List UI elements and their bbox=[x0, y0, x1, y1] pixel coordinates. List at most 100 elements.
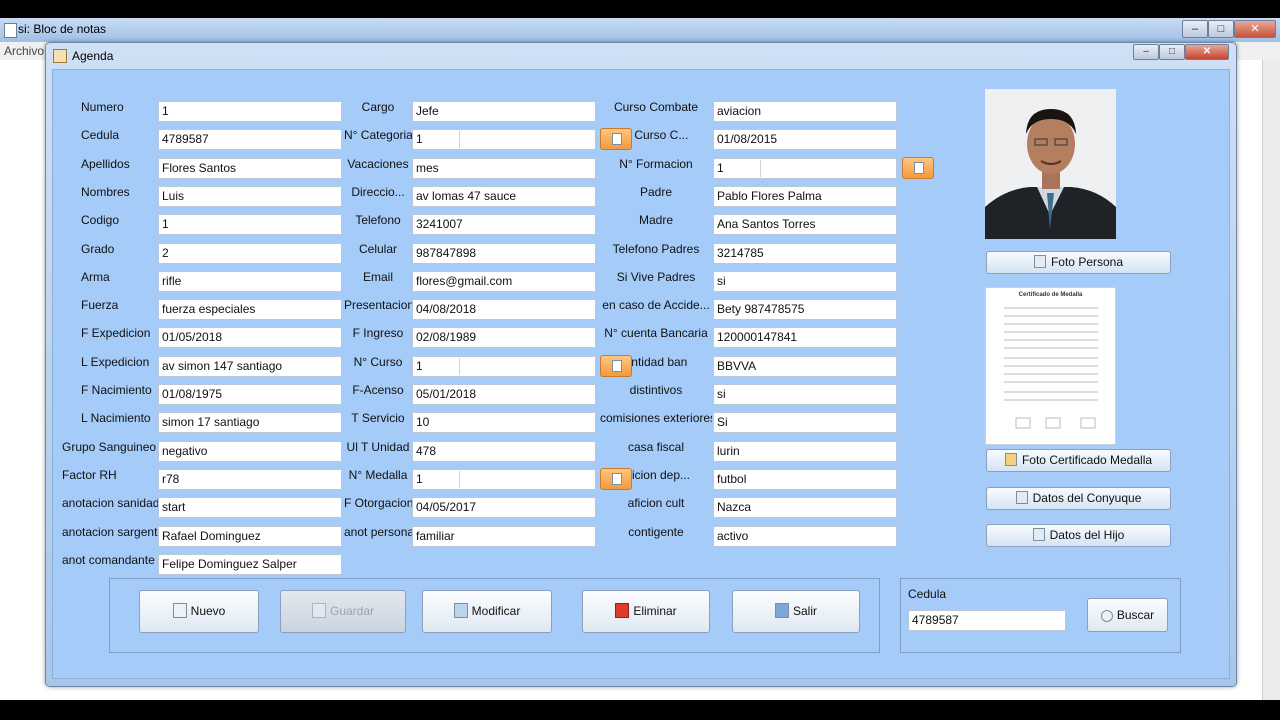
spinner-input[interactable]: 1 bbox=[713, 157, 897, 179]
text-input[interactable]: 2 bbox=[158, 242, 342, 264]
field-value: 3214785 bbox=[717, 245, 764, 260]
text-input[interactable]: rifle bbox=[158, 270, 342, 292]
text-input[interactable]: start bbox=[158, 497, 342, 519]
field-value: Ana Santos Torres bbox=[717, 217, 816, 232]
text-input[interactable]: Pablo Flores Palma bbox=[713, 185, 897, 207]
text-input[interactable]: 04/08/2018 bbox=[412, 299, 596, 321]
field-value: av lomas 47 sauce bbox=[416, 188, 517, 203]
text-input[interactable]: av lomas 47 sauce bbox=[412, 185, 596, 207]
agenda-maximize-button[interactable]: □ bbox=[1159, 44, 1185, 60]
field-value: 3241007 bbox=[416, 217, 463, 232]
text-input[interactable]: Luis bbox=[158, 185, 342, 207]
text-input[interactable]: flores@gmail.com bbox=[412, 270, 596, 292]
text-input[interactable]: r78 bbox=[158, 468, 342, 490]
text-input[interactable]: si bbox=[713, 384, 897, 405]
field-label: F Otorgacion bbox=[344, 496, 412, 511]
text-input[interactable]: 02/08/1989 bbox=[412, 327, 596, 349]
save-icon bbox=[311, 603, 326, 618]
field-value: Pablo Flores Palma bbox=[717, 188, 822, 203]
spinner-input[interactable]: 1 bbox=[412, 355, 596, 377]
field-value: Felipe Dominguez Salper bbox=[162, 556, 297, 571]
text-input[interactable]: Felipe Dominguez Salper bbox=[158, 553, 342, 575]
search-cedula-input[interactable]: 4789587 bbox=[908, 610, 1066, 631]
search-cedula-label: Cedula bbox=[908, 587, 947, 601]
medalla-lookup-button[interactable] bbox=[600, 468, 632, 490]
text-input[interactable]: si bbox=[713, 270, 897, 292]
text-input[interactable]: aviacion bbox=[713, 101, 897, 122]
text-input[interactable]: 4789587 bbox=[158, 129, 342, 151]
text-input[interactable]: fuerza especiales bbox=[158, 299, 342, 321]
field-label: Padre bbox=[639, 184, 673, 199]
text-input[interactable]: Rafael Dominguez bbox=[158, 525, 342, 547]
person-photo-image bbox=[985, 89, 1116, 239]
datos-hijo-button[interactable]: Datos del Hijo bbox=[986, 524, 1171, 547]
field-label: Direccio... bbox=[351, 184, 405, 199]
datos-conyugue-button[interactable]: Datos del Conyuque bbox=[986, 487, 1171, 510]
text-input[interactable]: Nazca bbox=[713, 497, 897, 519]
text-input[interactable]: lurin bbox=[713, 440, 897, 462]
spinner-input[interactable]: 1 bbox=[412, 129, 596, 151]
text-input[interactable]: Si bbox=[713, 412, 897, 434]
text-input[interactable]: 987847898 bbox=[412, 242, 596, 264]
field-label: F Expedicion bbox=[81, 326, 151, 341]
field-label: casa fiscal bbox=[627, 439, 685, 454]
text-input[interactable]: 01/08/1975 bbox=[158, 384, 342, 405]
notepad-menu-archivo[interactable]: Archivo bbox=[4, 44, 44, 58]
clipboard-icon bbox=[612, 473, 622, 485]
field-label: aficion cult bbox=[627, 496, 685, 511]
text-input[interactable]: 3241007 bbox=[412, 214, 596, 236]
text-input[interactable]: 120000147841 bbox=[713, 327, 897, 349]
notepad-minimize-button[interactable]: – bbox=[1182, 20, 1208, 38]
spinner-input[interactable]: 1 bbox=[412, 468, 596, 490]
field-label: N° Medalla bbox=[348, 467, 408, 482]
buscar-button[interactable]: Buscar bbox=[1087, 598, 1168, 632]
field-value: 05/01/2018 bbox=[416, 387, 477, 401]
foto-persona-button[interactable]: Foto Persona bbox=[986, 251, 1171, 274]
text-input[interactable]: 01/08/2015 bbox=[713, 129, 897, 151]
notepad-scrollbar[interactable] bbox=[1262, 60, 1280, 700]
field-value: lurin bbox=[717, 443, 740, 458]
text-input[interactable]: Ana Santos Torres bbox=[713, 214, 897, 236]
text-input[interactable]: activo bbox=[713, 525, 897, 547]
text-input[interactable]: futbol bbox=[713, 468, 897, 490]
notepad-maximize-button[interactable]: □ bbox=[1208, 20, 1234, 38]
text-input[interactable]: 01/05/2018 bbox=[158, 327, 342, 349]
eliminar-button[interactable]: Eliminar bbox=[582, 590, 710, 633]
agenda-minimize-button[interactable]: – bbox=[1133, 44, 1159, 60]
text-input[interactable]: BBVVA bbox=[713, 355, 897, 377]
text-input[interactable]: negativo bbox=[158, 440, 342, 462]
notepad-close-button[interactable]: ✕ bbox=[1234, 20, 1276, 38]
field-label: Arma bbox=[81, 269, 110, 284]
text-input[interactable]: Flores Santos bbox=[158, 157, 342, 179]
field-label: L Nacimiento bbox=[81, 411, 151, 426]
field-label: Si Vive Padres bbox=[616, 269, 696, 284]
modificar-button[interactable]: Modificar bbox=[422, 590, 552, 633]
text-input[interactable]: mes bbox=[412, 157, 596, 179]
text-input[interactable]: av simon 147 santiago bbox=[158, 355, 342, 377]
text-input[interactable]: 04/05/2017 bbox=[412, 497, 596, 519]
text-input[interactable]: 3214785 bbox=[713, 242, 897, 264]
agenda-close-button[interactable]: ✕ bbox=[1185, 44, 1229, 60]
salir-button[interactable]: Salir bbox=[732, 590, 860, 633]
formacion-lookup-button[interactable] bbox=[902, 157, 934, 179]
text-input[interactable]: Jefe bbox=[412, 101, 596, 122]
text-input[interactable]: simon 17 santiago bbox=[158, 412, 342, 434]
text-input[interactable]: 478 bbox=[412, 440, 596, 462]
field-value: Si bbox=[717, 415, 728, 430]
text-input[interactable]: 10 bbox=[412, 412, 596, 434]
field-label: anotacion sargento bbox=[62, 524, 158, 539]
foto-certificado-button[interactable]: Foto Certificado Medalla bbox=[986, 449, 1171, 472]
field-label: Grado bbox=[81, 241, 115, 256]
text-input[interactable]: 1 bbox=[158, 101, 342, 122]
spinner-divider bbox=[459, 131, 460, 149]
field-label: F-Acenso bbox=[352, 383, 404, 397]
curso-lookup-button[interactable] bbox=[600, 355, 632, 377]
text-input[interactable]: 05/01/2018 bbox=[412, 384, 596, 405]
text-input[interactable]: familiar bbox=[412, 525, 596, 547]
text-input[interactable]: 1 bbox=[158, 214, 342, 236]
nuevo-button[interactable]: Nuevo bbox=[139, 590, 259, 633]
text-input[interactable]: Bety 987478575 bbox=[713, 299, 897, 321]
categoria-lookup-button[interactable] bbox=[600, 128, 632, 150]
field-label: Fuerza bbox=[81, 298, 119, 313]
guardar-button[interactable]: Guardar bbox=[280, 590, 406, 633]
